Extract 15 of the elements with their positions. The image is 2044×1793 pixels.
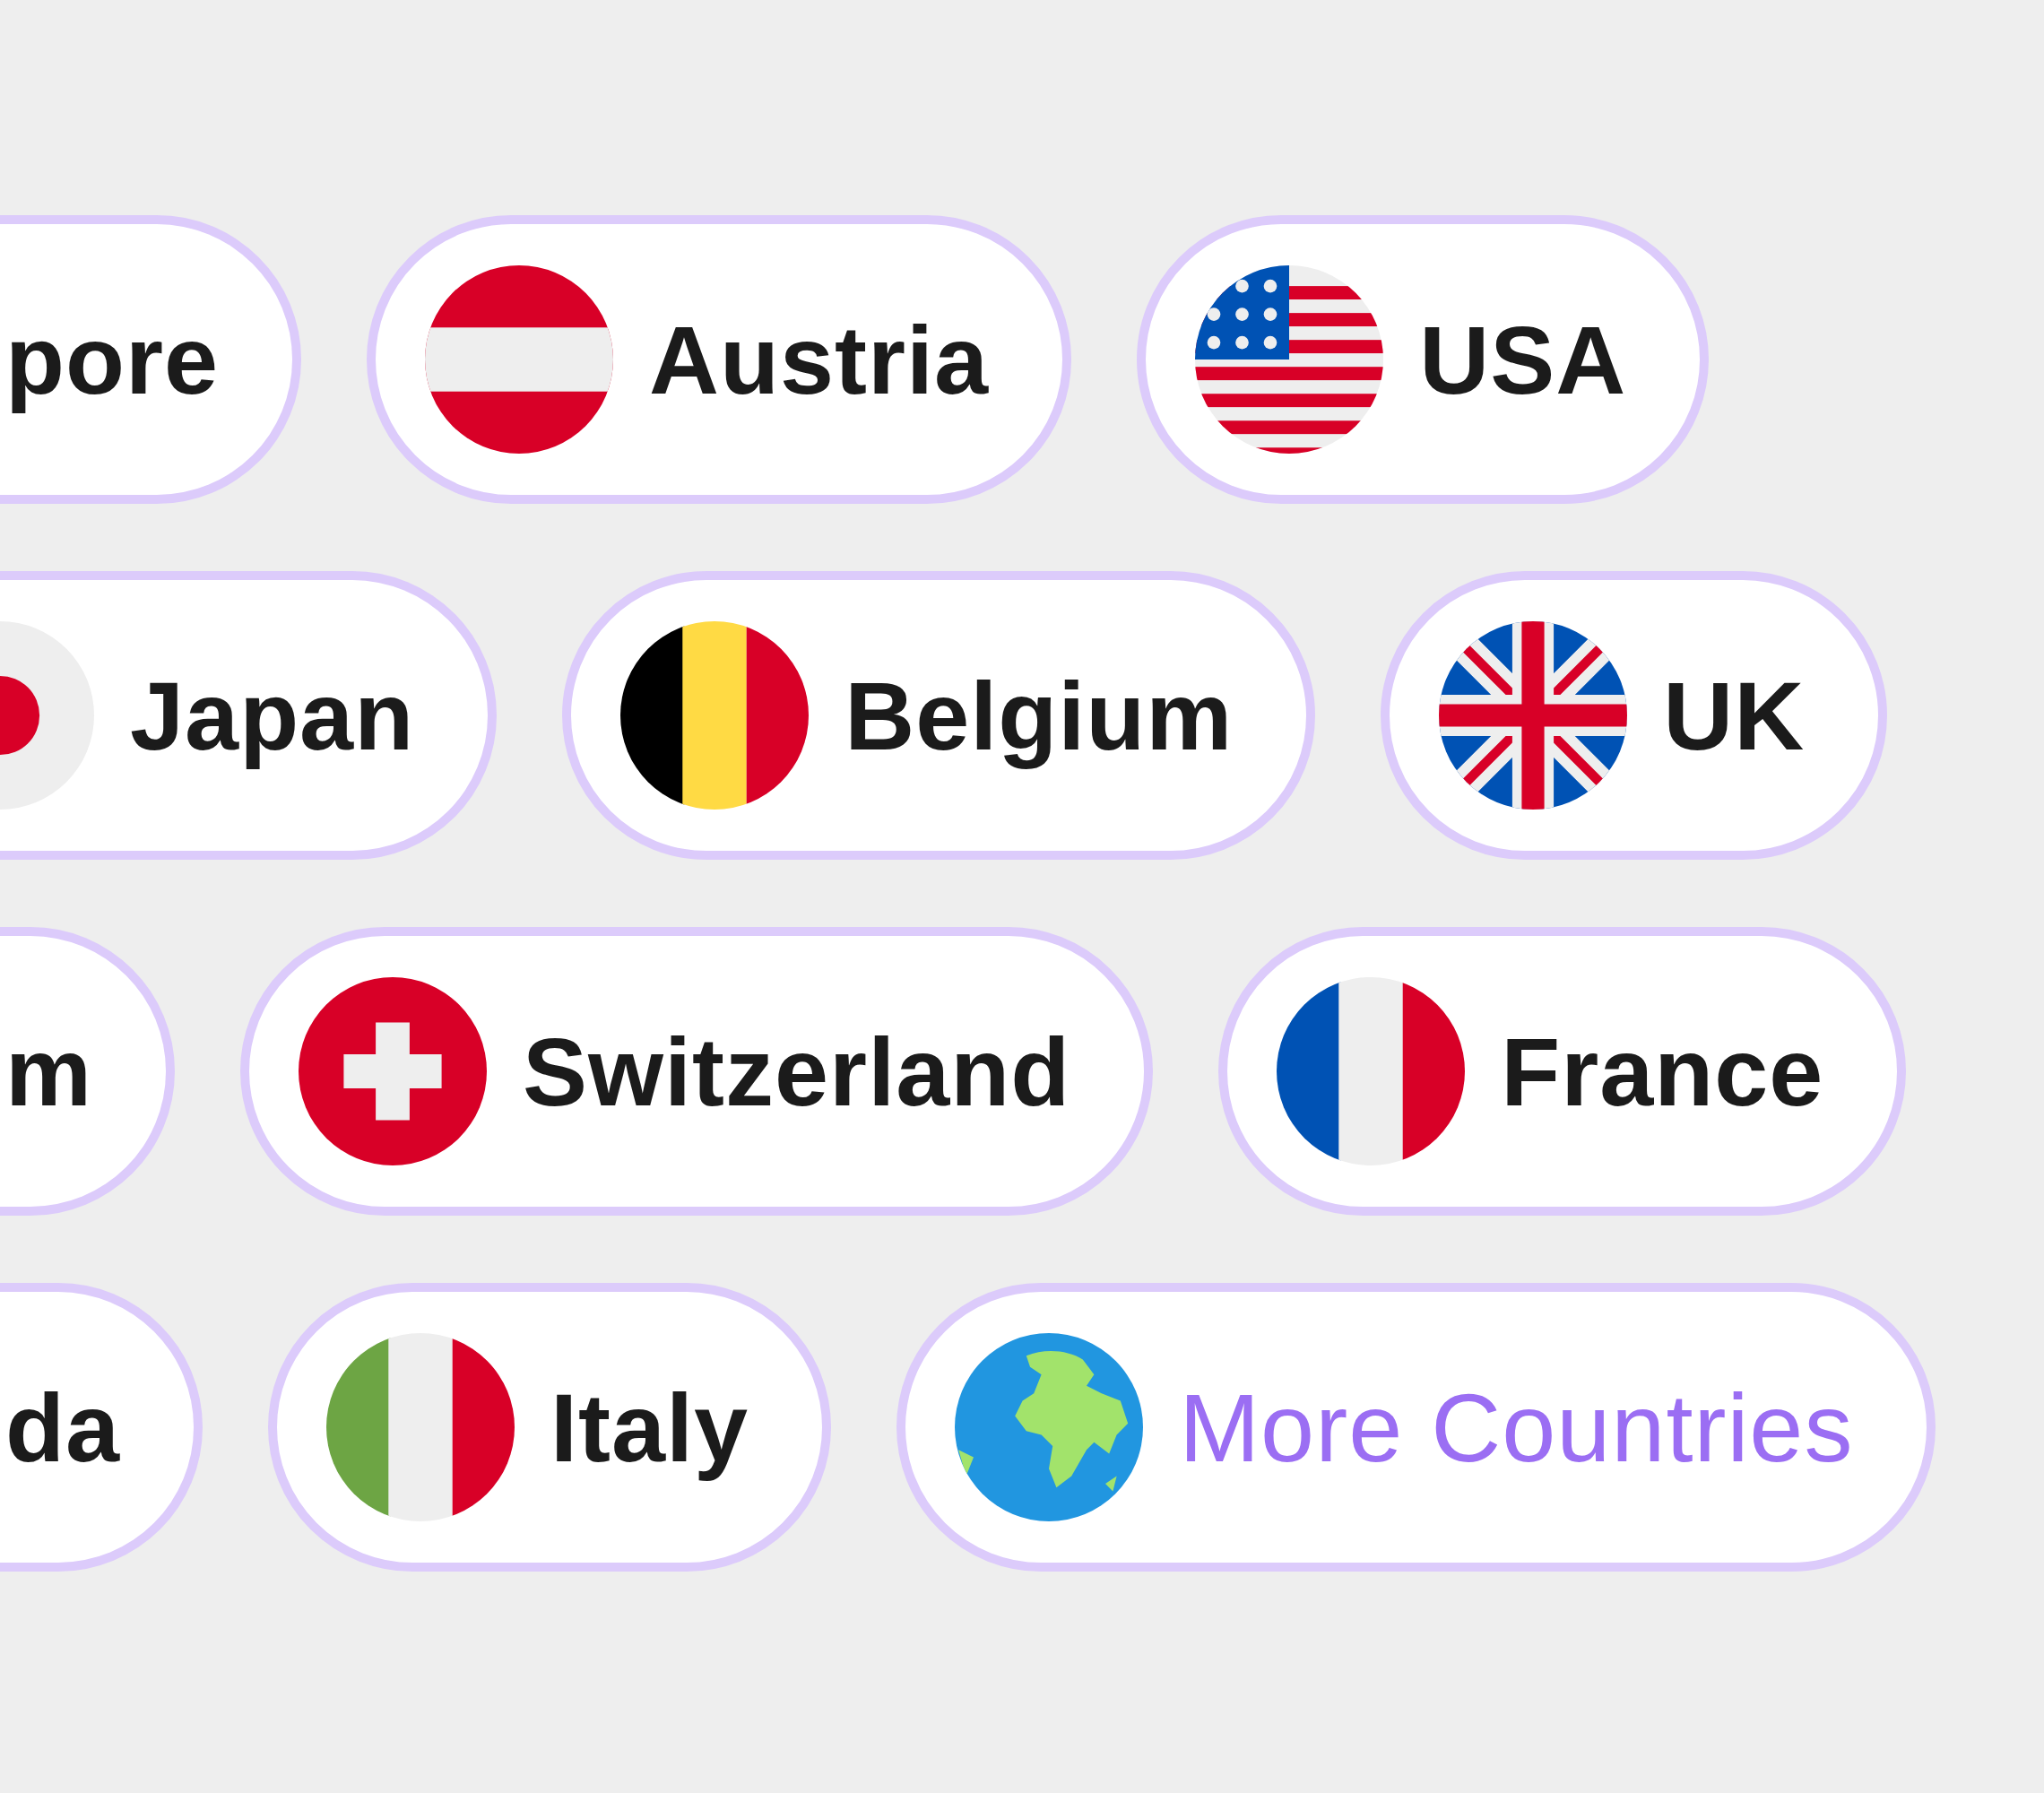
flag-icon bbox=[620, 621, 810, 810]
country-chip[interactable]: da bbox=[0, 1283, 204, 1572]
country-chip[interactable]: Switzerland bbox=[240, 927, 1154, 1216]
country-chip[interactable]: USA bbox=[1137, 215, 1710, 504]
flag-icon bbox=[326, 1333, 515, 1521]
country-chip[interactable]: pore bbox=[0, 215, 302, 504]
country-chip[interactable]: France bbox=[1218, 927, 1907, 1216]
flag-icon bbox=[1277, 977, 1466, 1165]
more-countries-button[interactable]: More Countries bbox=[896, 1283, 1936, 1572]
country-chip[interactable]: Italy bbox=[268, 1283, 832, 1572]
country-chip[interactable]: m bbox=[0, 927, 176, 1216]
country-chip[interactable]: Belgium bbox=[562, 571, 1316, 860]
country-chip[interactable]: Austria bbox=[367, 215, 1072, 504]
country-chip[interactable]: Japan bbox=[0, 571, 498, 860]
country-chip[interactable]: UK bbox=[1381, 571, 1888, 860]
